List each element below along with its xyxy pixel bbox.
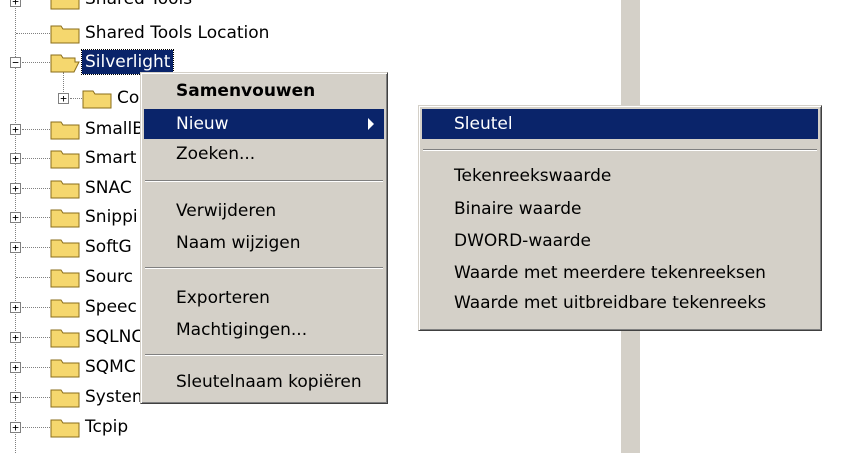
menu-item-delete[interactable]: Verwijderen [144, 196, 384, 226]
folder-icon [50, 206, 80, 228]
tree-guide-line [22, 158, 50, 159]
menu-separator [145, 180, 383, 182]
tree-node-label[interactable]: Sourc [82, 265, 136, 289]
folder-icon [50, 22, 80, 44]
tree-node-label-selected[interactable]: Silverlight [80, 49, 175, 75]
tree-guide-line [22, 217, 50, 218]
folder-icon [50, 236, 80, 258]
tree-node-label[interactable]: Speec [82, 295, 140, 319]
expand-icon[interactable]: + [10, 212, 21, 223]
tree-guide-line [16, 33, 50, 34]
expand-icon[interactable]: + [10, 332, 21, 343]
menu-item-rename[interactable]: Naam wijzigen [144, 228, 384, 258]
tree-guide-line [22, 129, 50, 130]
tree-node-label[interactable]: SQLNC [82, 325, 146, 349]
collapse-icon[interactable]: − [10, 57, 21, 68]
tree-guide-line [22, 367, 50, 368]
submenu-item-expandable-string-value[interactable]: Waarde met uitbreidbare tekenreeks [422, 288, 818, 318]
tree-guide-line [22, 307, 50, 308]
folder-icon [50, 266, 80, 288]
tree-node-label[interactable]: Co [114, 86, 142, 110]
expand-icon[interactable]: + [10, 302, 21, 313]
new-submenu: Sleutel Tekenreekswaarde Binaire waarde … [418, 105, 822, 331]
tree-row[interactable]: + Shared Tools [0, 0, 600, 14]
tree-node-label[interactable]: Tcpip [82, 415, 131, 439]
folder-icon [50, 118, 80, 140]
folder-icon [50, 356, 80, 378]
tree-guide-line [22, 427, 50, 428]
menu-item-export[interactable]: Exporteren [144, 283, 384, 313]
tree-guide-line [22, 62, 50, 63]
folder-icon [50, 326, 80, 348]
folder-icon [50, 416, 80, 438]
submenu-item-dword-value[interactable]: DWORD-waarde [422, 226, 818, 256]
submenu-item-multi-string-value[interactable]: Waarde met meerdere tekenreeksen [422, 258, 818, 288]
tree-guide-line [70, 98, 82, 99]
tree-node-label[interactable]: SmallB [82, 117, 147, 141]
expand-icon[interactable]: + [58, 93, 69, 104]
tree-node-label[interactable]: Shared Tools [82, 0, 195, 11]
folder-icon [50, 386, 80, 408]
context-menu: Samenvouwen Nieuw Zoeken... Verwijderen … [140, 72, 388, 404]
tree-row[interactable]: Shared Tools Location [0, 18, 600, 48]
tree-guide-line [22, 247, 50, 248]
tree-node-label[interactable]: Shared Tools Location [82, 21, 272, 45]
tree-guide-line [22, 337, 50, 338]
expand-icon[interactable]: + [10, 242, 21, 253]
folder-icon [50, 147, 80, 169]
expand-icon[interactable]: + [10, 183, 21, 194]
tree-guide-line [16, 277, 50, 278]
expand-icon[interactable]: + [10, 422, 21, 433]
menu-separator [423, 149, 817, 151]
menu-item-find[interactable]: Zoeken... [144, 139, 384, 169]
submenu-item-key[interactable]: Sleutel [422, 109, 818, 139]
menu-item-collapse[interactable]: Samenvouwen [144, 76, 384, 106]
menu-item-copy-key-name[interactable]: Sleutelnaam kopiëren [144, 367, 384, 397]
tree-guide-line [22, 188, 50, 189]
tree-row[interactable]: + Tcpip [0, 412, 600, 442]
tree-node-label[interactable]: Smart [82, 146, 139, 170]
expand-icon[interactable]: + [10, 392, 21, 403]
tree-node-label[interactable]: SNAC [82, 176, 135, 200]
submenu-item-binary-value[interactable]: Binaire waarde [422, 194, 818, 224]
menu-item-new[interactable]: Nieuw [144, 109, 384, 139]
expand-icon[interactable]: + [10, 153, 21, 164]
folder-icon [50, 296, 80, 318]
folder-icon [50, 0, 80, 10]
tree-guide-line [22, 397, 50, 398]
expand-icon[interactable]: + [10, 124, 21, 135]
menu-item-new-label: Nieuw [176, 114, 229, 134]
tree-node-label[interactable]: Snippi [82, 205, 141, 229]
expand-icon[interactable]: + [10, 0, 21, 7]
expand-icon[interactable]: + [10, 362, 21, 373]
submenu-arrow-icon [368, 118, 374, 130]
menu-item-permissions[interactable]: Machtigingen... [144, 315, 384, 345]
folder-icon [50, 177, 80, 199]
submenu-item-string-value[interactable]: Tekenreekswaarde [422, 161, 818, 191]
menu-separator [145, 267, 383, 269]
folder-icon [82, 87, 112, 109]
menu-separator [145, 354, 383, 356]
open-folder-icon [50, 51, 80, 73]
tree-node-label[interactable]: SoftG [82, 235, 135, 259]
tree-node-label[interactable]: SQMC [82, 355, 139, 379]
